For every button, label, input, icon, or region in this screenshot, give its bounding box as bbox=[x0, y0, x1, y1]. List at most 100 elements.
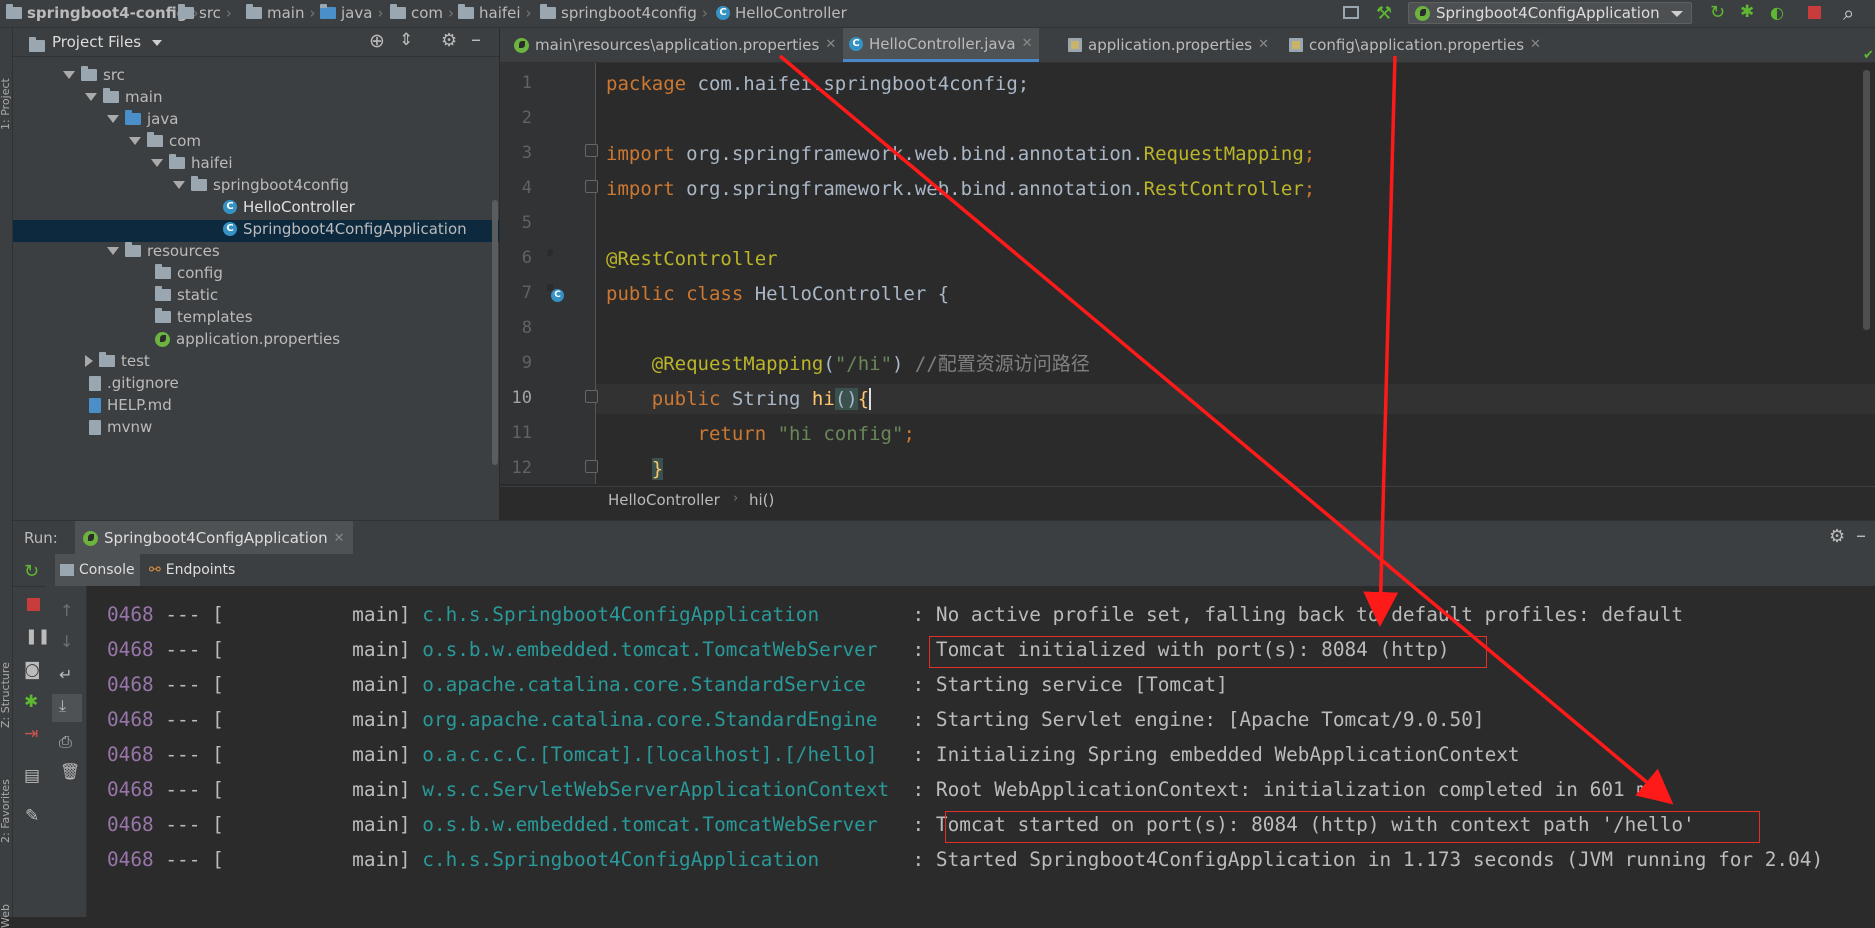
favorites-tool-window-button[interactable]: 2: Favorites bbox=[0, 779, 12, 843]
minimize-icon[interactable]: – bbox=[471, 27, 481, 51]
breadcrumb-method[interactable]: hi() bbox=[749, 491, 774, 509]
print-icon[interactable]: ⎙ bbox=[59, 732, 72, 752]
tab-label: Endpoints bbox=[165, 562, 236, 578]
debug-bug-icon[interactable]: ✱ bbox=[24, 692, 38, 712]
tab-console[interactable]: Console bbox=[55, 554, 140, 586]
locate-icon[interactable]: ⊕ bbox=[369, 30, 385, 52]
tree-node-springboot4configapplication[interactable]: C Springboot4ConfigApplication bbox=[223, 218, 467, 240]
scroll-to-end-toggle[interactable] bbox=[52, 694, 82, 722]
tab-config-application-properties[interactable]: config\application.properties ✕ bbox=[1283, 28, 1547, 62]
debug-bug-icon[interactable]: ✱ bbox=[1740, 2, 1754, 22]
tree-node-static[interactable]: static bbox=[155, 284, 218, 306]
code-line-6: @RestController bbox=[606, 248, 778, 270]
tree-node-resources[interactable]: resources bbox=[107, 240, 220, 262]
close-icon[interactable]: ✕ bbox=[1258, 28, 1269, 62]
folder-icon bbox=[155, 286, 171, 301]
run-config-tab[interactable]: Springboot4ConfigApplication ✕ bbox=[75, 521, 353, 555]
editor-scrollbar[interactable] bbox=[1863, 70, 1870, 330]
tree-node-springboot4config[interactable]: springboot4config bbox=[173, 174, 349, 196]
project-tool-window-button[interactable]: 1: Project bbox=[0, 78, 12, 130]
close-icon[interactable]: ✕ bbox=[1022, 27, 1033, 61]
tree-node-com[interactable]: com bbox=[129, 130, 201, 152]
run-subtabs: Console ⚯ Endpoints bbox=[13, 554, 1875, 587]
project-scrollbar[interactable] bbox=[492, 200, 498, 465]
layout-icon[interactable]: ▤ bbox=[24, 766, 40, 786]
run-configuration-dropdown[interactable]: Springboot4ConfigApplication bbox=[1408, 2, 1692, 24]
arrow-down-icon[interactable]: ↓ bbox=[60, 632, 73, 651]
tree-node-config[interactable]: config bbox=[155, 262, 223, 284]
run-configuration-label: Springboot4ConfigApplication bbox=[1436, 4, 1660, 22]
close-icon[interactable]: ✕ bbox=[825, 28, 836, 62]
rerun-icon[interactable]: ↻ bbox=[24, 561, 39, 582]
fold-icon[interactable] bbox=[585, 180, 598, 193]
breadcrumb-src[interactable]: src › bbox=[178, 4, 232, 22]
tree-node-haifei[interactable]: haifei bbox=[151, 152, 233, 174]
breadcrumb-java[interactable]: java › bbox=[320, 4, 383, 22]
tab-endpoints[interactable]: ⚯ Endpoints bbox=[144, 554, 240, 586]
structure-tool-window-button[interactable]: Z: Structure bbox=[0, 662, 12, 728]
breadcrumb-project[interactable]: springboot4-config › bbox=[6, 4, 199, 22]
folder-icon bbox=[320, 4, 336, 19]
folder-icon bbox=[155, 308, 171, 323]
tree-node-src[interactable]: src bbox=[63, 64, 125, 86]
breadcrumb-main[interactable]: main › bbox=[246, 4, 315, 22]
tree-node-help-md[interactable]: HELP.md bbox=[89, 394, 172, 416]
tree-label: templates bbox=[177, 308, 253, 326]
tab-application-properties[interactable]: application.properties ✕ bbox=[1062, 28, 1275, 62]
tree-label: static bbox=[177, 286, 219, 304]
camera-icon[interactable]: ◙ bbox=[24, 660, 41, 680]
trash-icon[interactable]: 🗑 bbox=[60, 762, 80, 781]
breadcrumb-label: springboot4config bbox=[561, 4, 697, 22]
editor-breadcrumb: HelloController › hi() bbox=[500, 486, 1875, 515]
fold-icon[interactable] bbox=[585, 390, 598, 403]
tab-hellocontroller-java[interactable]: C HelloController.java ✕ bbox=[843, 28, 1039, 62]
tree-node-hellocontroller[interactable]: C HelloController bbox=[223, 196, 355, 218]
breadcrumb-com[interactable]: com › bbox=[390, 4, 454, 22]
tree-node-mvnw[interactable]: mvnw bbox=[89, 416, 152, 438]
tree-label: HelloController bbox=[243, 198, 355, 216]
gear-icon[interactable]: ⚙ bbox=[441, 30, 457, 51]
build-hammer-icon[interactable]: ⚒ bbox=[1376, 3, 1392, 24]
arrow-up-icon[interactable]: ↑ bbox=[60, 601, 73, 620]
breadcrumb-class[interactable]: HelloController bbox=[608, 491, 720, 509]
tree-label: Springboot4ConfigApplication bbox=[243, 220, 467, 238]
breadcrumb-hellocontroller[interactable]: C HelloController bbox=[716, 4, 847, 22]
chevron-down-icon bbox=[1671, 11, 1683, 17]
chevron-down-icon[interactable] bbox=[152, 40, 162, 46]
collapse-all-icon[interactable]: ⇕ bbox=[399, 30, 413, 50]
tree-node-java[interactable]: java bbox=[107, 108, 178, 130]
soft-wrap-icon[interactable]: ↵ bbox=[59, 665, 72, 684]
tree-node-gitignore[interactable]: .gitignore bbox=[89, 372, 179, 394]
close-icon[interactable]: ✕ bbox=[1530, 28, 1541, 62]
breadcrumb-haifei[interactable]: haifei › bbox=[458, 4, 532, 22]
minimize-icon[interactable]: – bbox=[1856, 523, 1866, 547]
folder-icon bbox=[29, 36, 45, 52]
gear-icon[interactable]: ⚙ bbox=[1829, 526, 1845, 547]
pin-icon[interactable]: ✎ bbox=[25, 806, 39, 826]
inspection-ok-icon[interactable]: ✔ bbox=[1863, 48, 1874, 63]
rerun-icon[interactable]: ↻ bbox=[1710, 2, 1725, 23]
tree-node-templates[interactable]: templates bbox=[155, 306, 253, 328]
breadcrumb-label: HelloController bbox=[735, 4, 847, 22]
exit-icon[interactable]: ⇥ bbox=[24, 724, 38, 744]
tree-label: resources bbox=[147, 242, 220, 260]
tab-main-application-properties[interactable]: main\resources\application.properties ✕ bbox=[508, 28, 842, 62]
breadcrumb-springboot4config[interactable]: springboot4config › bbox=[540, 4, 708, 22]
web-tool-window-button[interactable]: Web bbox=[0, 904, 12, 928]
layout-icon[interactable] bbox=[1343, 6, 1359, 19]
pause-icon[interactable]: ❚❚ bbox=[25, 627, 50, 645]
properties-file-icon bbox=[1068, 38, 1082, 52]
tree-node-test[interactable]: test bbox=[85, 350, 150, 372]
close-icon[interactable]: ✕ bbox=[334, 531, 345, 546]
fold-icon[interactable] bbox=[585, 144, 598, 157]
search-icon[interactable]: ⌕ bbox=[1843, 1, 1854, 25]
coverage-icon[interactable]: ◐ bbox=[1770, 3, 1784, 22]
fold-icon[interactable] bbox=[585, 460, 598, 473]
stop-icon[interactable] bbox=[1808, 6, 1821, 19]
tree-node-application-properties[interactable]: application.properties bbox=[155, 328, 340, 350]
stop-icon[interactable] bbox=[27, 598, 40, 611]
tree-label: springboot4config bbox=[213, 176, 349, 194]
tree-node-main[interactable]: main bbox=[85, 86, 162, 108]
project-view-selector[interactable]: Project Files bbox=[52, 33, 141, 51]
folder-icon bbox=[390, 4, 406, 19]
